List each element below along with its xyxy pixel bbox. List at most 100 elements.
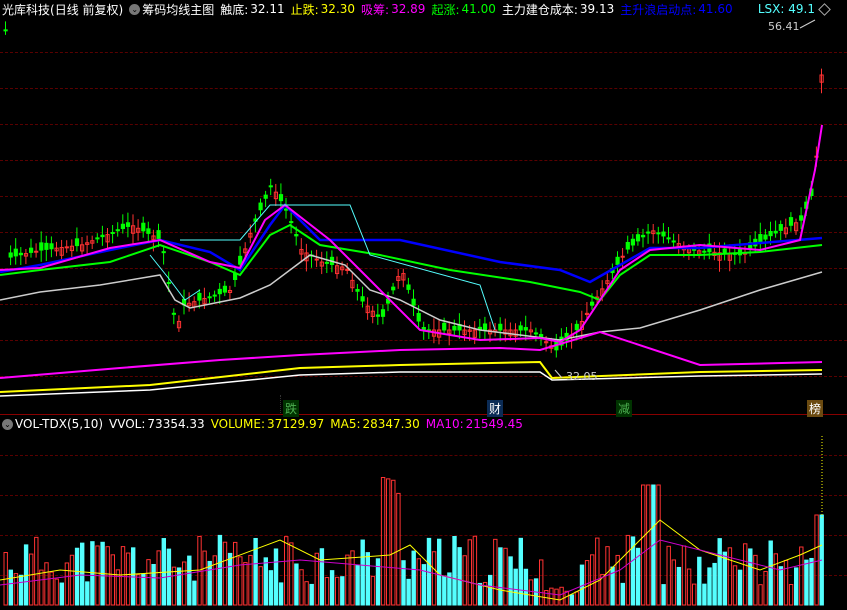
volume-bar-up xyxy=(559,586,564,606)
volume-bar-up xyxy=(64,562,70,606)
volume-bar-up xyxy=(54,578,59,606)
volume-bar-up xyxy=(182,561,187,606)
volume-bar-up xyxy=(120,546,126,606)
volume-bar-down xyxy=(227,552,233,606)
volume-bar-up xyxy=(391,479,396,606)
volume-bar-up xyxy=(69,554,75,606)
volume-bar-down xyxy=(748,548,753,606)
volume-bar-up xyxy=(304,581,309,606)
volume-bar-up xyxy=(686,568,692,606)
volume-bar-up xyxy=(345,554,350,606)
volume-bar-up xyxy=(549,587,554,606)
volume-bar-up xyxy=(222,541,228,606)
volume-bar-down xyxy=(477,582,483,606)
volume-bar-down xyxy=(452,535,457,606)
volume-bar-down xyxy=(697,556,702,606)
volume-bar-down xyxy=(375,558,381,606)
volume-bar-up xyxy=(248,554,253,606)
volume-bar-down xyxy=(437,538,442,606)
volume-bar-up xyxy=(646,484,651,606)
volume-bar-up xyxy=(44,562,49,606)
volume-bar-down xyxy=(360,539,365,606)
volume-bar-up xyxy=(467,539,473,606)
volume-bar-down xyxy=(411,550,416,606)
volume-bar-up xyxy=(350,550,355,606)
volume-bar-up xyxy=(39,569,44,606)
volume-bar-up xyxy=(681,545,687,606)
volume-bar-up xyxy=(503,547,508,606)
volume-bar-up xyxy=(539,559,544,606)
volume-bar-up xyxy=(370,575,376,606)
volume-bar-down xyxy=(676,566,682,606)
volume-bar-up xyxy=(335,576,340,606)
volume-bar-down xyxy=(737,569,743,606)
volume-bar-down xyxy=(294,563,299,606)
volume-bar-down xyxy=(329,570,335,606)
volume-bar-down xyxy=(319,548,325,606)
volume-bar-down xyxy=(722,551,727,606)
volume-bar-up xyxy=(590,554,595,606)
volume-bar-down xyxy=(712,562,717,606)
volume-bar-down xyxy=(508,556,513,606)
volume-bar-up xyxy=(289,542,294,606)
volume-bar-up xyxy=(396,492,401,606)
volume-bar-up xyxy=(692,583,697,606)
volume-bar-down xyxy=(355,564,360,606)
volume-bar-up xyxy=(284,536,289,606)
volume-bar-down xyxy=(207,560,212,606)
volume-bar-down xyxy=(273,548,279,606)
volume-bar-down xyxy=(151,563,156,606)
volume-bar-down xyxy=(794,567,799,606)
volume-bar-down xyxy=(176,567,182,606)
volume-bar-down xyxy=(74,547,80,606)
volume-bar-down xyxy=(768,540,773,606)
volume-bar-down xyxy=(661,584,666,606)
volume-bar-up xyxy=(554,588,559,606)
volume-bar-up xyxy=(666,545,671,606)
volume-bar-down xyxy=(569,594,574,606)
volume-bar-up xyxy=(29,553,34,606)
volume-bar-down xyxy=(59,582,64,606)
volume-bar-up xyxy=(386,478,391,606)
volume-bar-down xyxy=(518,537,523,606)
volume-bar-up xyxy=(34,536,39,606)
volume-bar-down xyxy=(80,542,85,606)
volume-bar-down xyxy=(406,578,411,606)
volume-bar-up xyxy=(431,551,437,606)
volume-bar-up xyxy=(743,543,748,606)
volume-chart[interactable] xyxy=(0,0,847,610)
volume-bar-up xyxy=(732,565,738,606)
volume-bar-down xyxy=(18,574,24,606)
volume-bar-up xyxy=(641,484,646,606)
volume-bar-down xyxy=(217,534,223,606)
volume-bar-up xyxy=(258,566,263,606)
volume-bar-up xyxy=(625,534,631,606)
volume-bar-down xyxy=(442,575,447,606)
volume-bar-up xyxy=(13,573,19,606)
volume-bar-down xyxy=(365,552,371,606)
volume-bar-up xyxy=(202,550,207,606)
volume-bar-up xyxy=(758,584,763,606)
volume-bar-down xyxy=(401,560,406,606)
volume-bar-up xyxy=(564,590,569,606)
volume-bar-down xyxy=(498,547,503,606)
volume-bar-down xyxy=(309,583,314,606)
volume-bar-down xyxy=(809,557,814,606)
volume-bar-up xyxy=(574,591,580,606)
volume-bar-up xyxy=(197,535,202,606)
volume-bar-down xyxy=(804,559,809,606)
volume-bar-up xyxy=(416,558,422,606)
volume-bar-up xyxy=(763,570,768,606)
volume-bar-up xyxy=(799,546,804,606)
volume-bar-up xyxy=(783,559,789,606)
volume-bar-down xyxy=(523,568,529,606)
volume-bar-down xyxy=(85,581,90,606)
volume-bar-up xyxy=(125,552,131,606)
volume-bar-up xyxy=(110,554,115,606)
volume-bar-up xyxy=(233,541,238,606)
volume-bar-up xyxy=(171,566,177,606)
volume-bar-up xyxy=(136,574,141,606)
volume-bar-up xyxy=(753,554,758,606)
volume-bar-down xyxy=(778,566,784,606)
volume-bar-up xyxy=(493,538,498,606)
